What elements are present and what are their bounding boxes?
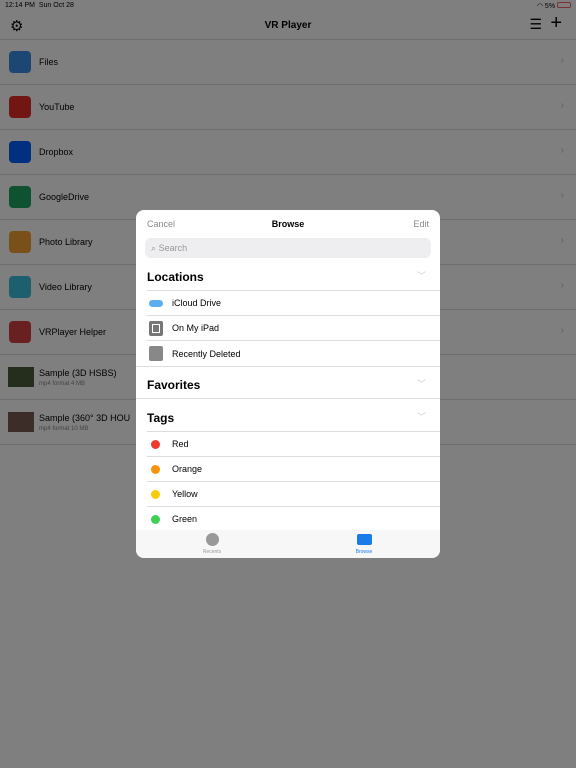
edit-button[interactable]: Edit xyxy=(413,219,429,229)
tag-color-dot xyxy=(151,490,160,499)
location-label: Recently Deleted xyxy=(172,348,241,359)
tag-item[interactable]: Green xyxy=(147,507,440,532)
folder-icon xyxy=(356,534,372,545)
tags-label: Tags xyxy=(147,411,175,425)
tab-bar: Recents Browse xyxy=(136,530,440,558)
tag-item[interactable]: Orange xyxy=(147,457,440,482)
clock-icon xyxy=(205,533,219,546)
location-icloud-drive[interactable]: iCloud Drive xyxy=(147,291,440,316)
chevron-down-icon: ﹀ xyxy=(416,412,426,422)
browse-popover: Cancel Browse Edit ⌕ Search Locations ﹀ i… xyxy=(136,210,440,558)
location-on-my-ipad[interactable]: On My iPad xyxy=(147,316,440,341)
tag-item[interactable]: Red xyxy=(147,432,440,457)
tag-color-dot xyxy=(151,440,160,449)
tags-header[interactable]: Tags ﹀ xyxy=(147,399,440,432)
tag-label: Yellow xyxy=(172,489,198,499)
search-icon: ⌕ xyxy=(151,243,157,253)
favorites-label: Favorites xyxy=(147,378,201,392)
location-label: iCloud Drive xyxy=(172,298,222,308)
search-placeholder: Search xyxy=(158,243,188,253)
tab-label: Browse xyxy=(355,549,373,555)
tag-color-dot xyxy=(151,465,160,474)
chevron-down-icon: ﹀ xyxy=(416,271,426,281)
tab-recents[interactable]: Recents xyxy=(136,530,288,558)
tab-label: Recents xyxy=(202,549,222,555)
location-label: On My iPad xyxy=(172,323,220,333)
tag-item[interactable]: Yellow xyxy=(147,482,440,507)
tag-label: Orange xyxy=(172,464,203,474)
tag-color-dot xyxy=(151,515,160,524)
chevron-down-icon: ﹀ xyxy=(416,379,426,389)
locations-header[interactable]: Locations ﹀ xyxy=(147,258,440,291)
tab-browse[interactable]: Browse xyxy=(288,530,440,558)
popover-title: Browse xyxy=(271,219,305,229)
tag-label: Red xyxy=(172,439,189,449)
search-input[interactable]: ⌕ Search xyxy=(145,238,431,258)
locations-label: Locations xyxy=(147,270,204,284)
tag-label: Green xyxy=(172,514,198,524)
icloud-icon xyxy=(149,300,163,307)
trash-icon xyxy=(149,346,163,361)
favorites-header[interactable]: Favorites ﹀ xyxy=(136,366,440,399)
location-recently-deleted[interactable]: Recently Deleted xyxy=(147,341,440,366)
ipad-icon xyxy=(149,321,163,336)
